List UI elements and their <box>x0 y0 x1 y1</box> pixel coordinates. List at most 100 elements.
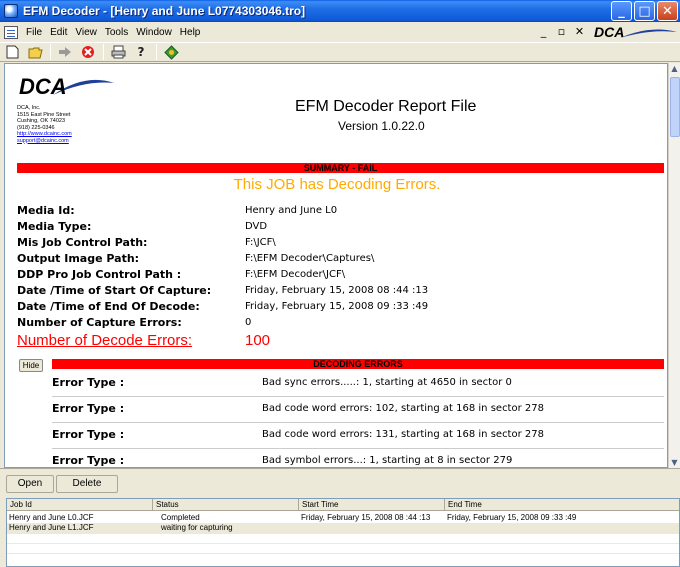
menu-bar: File Edit View Tools Window Help _ ▫ ✕ D… <box>0 22 680 42</box>
report-version: Version 1.0.22.0 <box>338 119 425 133</box>
menu-window[interactable]: Window <box>136 27 172 38</box>
report-view: DCA DCA, Inc. 1515 East Pine Street Cush… <box>4 63 668 468</box>
field-value: Friday, February 15, 2008 08 :44 :13 <box>245 285 429 296</box>
options-icon[interactable] <box>163 44 179 60</box>
field-value: Henry and June L0 <box>245 205 338 216</box>
field-label: Date /Time of Start Of Capture: <box>17 284 212 297</box>
go-arrow-icon[interactable] <box>57 44 73 60</box>
hide-button[interactable]: Hide <box>19 359 43 372</box>
job-id-cell: Henry and June L0.JCF <box>9 513 94 522</box>
error-desc: Bad symbol errors...: 1, starting at 8 i… <box>262 455 513 466</box>
menu-help[interactable]: Help <box>180 27 201 38</box>
job-id-cell: Henry and June L1.JCF <box>9 523 94 532</box>
company-info: DCA, Inc. 1515 East Pine Street Cushing,… <box>17 105 72 144</box>
window-title: EFM Decoder - [Henry and June L077430304… <box>23 4 306 18</box>
open-button[interactable]: Open <box>6 475 54 493</box>
decode-errors-value: 100 <box>245 332 271 349</box>
job-toolbar: Open Delete <box>0 472 680 496</box>
scroll-thumb[interactable] <box>670 77 680 137</box>
field-value: DVD <box>245 221 268 232</box>
column-header-status[interactable]: Status <box>153 499 299 511</box>
stop-icon[interactable] <box>80 44 96 60</box>
error-type-label: Error Type : <box>52 454 125 467</box>
company-email-link[interactable]: support@dcainc.com <box>17 138 72 145</box>
app-icon <box>4 4 18 18</box>
job-list-header: Job Id Status Start Time End Time <box>7 499 679 511</box>
dca-logo: DCA <box>594 24 677 40</box>
end-time-cell: Friday, February 15, 2008 09 :33 :49 <box>447 513 577 522</box>
summary-bar: SUMMARY - FAIL <box>17 163 664 173</box>
field-label: Number of Capture Errors: <box>17 316 182 329</box>
company-address2: Cushing, OK 74023 <box>17 118 66 124</box>
field-label: Media Type: <box>17 220 92 233</box>
field-label: Output Image Path: <box>17 252 140 265</box>
status-cell: waiting for capturing <box>161 523 233 532</box>
print-icon[interactable] <box>110 44 126 60</box>
start-time-cell: Friday, February 15, 2008 08 :44 :13 <box>301 513 431 522</box>
toolbar-separator <box>50 44 51 60</box>
close-button[interactable]: ✕ <box>657 1 678 21</box>
window-controls: _ □ ✕ <box>611 1 678 21</box>
scroll-down-icon[interactable]: ▼ <box>669 457 680 468</box>
decode-errors-label: Number of Decode Errors: <box>17 332 193 349</box>
mdi-restore-button[interactable]: ▫ <box>553 24 570 39</box>
report-dca-logo: DCA <box>19 74 114 99</box>
field-value: Friday, February 15, 2008 09 :33 :49 <box>245 301 429 312</box>
error-row: Error Type : Bad code word errors: 102, … <box>52 397 664 423</box>
scroll-up-icon[interactable]: ▲ <box>669 63 680 74</box>
dca-logo-text: DCA <box>594 24 624 40</box>
error-row: Error Type : Bad symbol errors...: 1, st… <box>52 449 664 467</box>
grid-line <box>7 533 679 534</box>
error-type-label: Error Type : <box>52 376 125 389</box>
open-button-label: Open <box>17 478 43 489</box>
field-label: Date /Time of End Of Decode: <box>17 300 200 313</box>
company-website-link[interactable]: http://www.dcainc.com <box>17 131 72 138</box>
table-row[interactable]: Henry and June L1.JCF waiting for captur… <box>7 523 679 533</box>
menu-edit[interactable]: Edit <box>50 27 67 38</box>
error-type-label: Error Type : <box>52 428 125 441</box>
column-header-start-time[interactable]: Start Time <box>299 499 445 511</box>
error-desc: Bad sync errors.....: 1, starting at 465… <box>262 377 512 388</box>
menu-file[interactable]: File <box>26 27 42 38</box>
job-list: Job Id Status Start Time End Time Henry … <box>6 498 680 567</box>
toolbar-separator <box>156 44 157 60</box>
menu-view[interactable]: View <box>75 27 97 38</box>
field-value: F:\EFM Decoder\Captures\ <box>245 253 375 264</box>
field-value: F:\EFM Decoder\JCF\ <box>245 269 346 280</box>
report-title: EFM Decoder Report File <box>295 98 477 115</box>
column-header-job-id[interactable]: Job Id <box>7 499 153 511</box>
table-row[interactable]: Henry and June L0.JCF Completed Friday, … <box>7 513 679 523</box>
document-icon[interactable] <box>4 25 18 39</box>
error-row: Error Type : Bad code word errors: 131, … <box>52 423 664 449</box>
error-row: Error Type : Bad sync errors.....: 1, st… <box>52 371 664 397</box>
field-label: DDP Pro Job Control Path : <box>17 268 182 281</box>
error-desc: Bad code word errors: 102, starting at 1… <box>262 403 544 414</box>
decoding-errors-bar: DECODING ERRORS <box>52 359 664 369</box>
mdi-minimize-button[interactable]: _ <box>535 24 552 39</box>
maximize-button[interactable]: □ <box>634 1 655 21</box>
minimize-button[interactable]: _ <box>611 1 632 21</box>
report-logo-text: DCA <box>19 74 67 99</box>
report-scrollbar[interactable]: ▲ ▼ <box>668 63 680 468</box>
field-label: Mis Job Control Path: <box>17 236 148 249</box>
mdi-close-button[interactable]: ✕ <box>571 24 588 39</box>
help-icon[interactable]: ? <box>133 44 149 60</box>
toolbar: ? <box>0 42 680 62</box>
field-label: Media Id: <box>17 204 75 217</box>
field-value: F:\JCF\ <box>245 237 276 248</box>
field-value: 0 <box>245 317 252 328</box>
open-folder-icon[interactable] <box>27 44 43 60</box>
error-type-label: Error Type : <box>52 402 125 415</box>
grid-line <box>7 543 679 544</box>
delete-button[interactable]: Delete <box>56 475 118 493</box>
menu-tools[interactable]: Tools <box>105 27 128 38</box>
grid-line <box>7 553 679 554</box>
status-cell: Completed <box>161 513 200 522</box>
mdi-controls: _ ▫ ✕ <box>535 24 588 39</box>
column-header-end-time[interactable]: End Time <box>445 499 679 511</box>
title-bar: EFM Decoder - [Henry and June L077430304… <box>0 0 680 22</box>
error-desc: Bad code word errors: 131, starting at 1… <box>262 429 544 440</box>
toolbar-separator <box>103 44 104 60</box>
new-icon[interactable] <box>4 44 20 60</box>
summary-message: This JOB has Decoding Errors. <box>233 176 441 193</box>
